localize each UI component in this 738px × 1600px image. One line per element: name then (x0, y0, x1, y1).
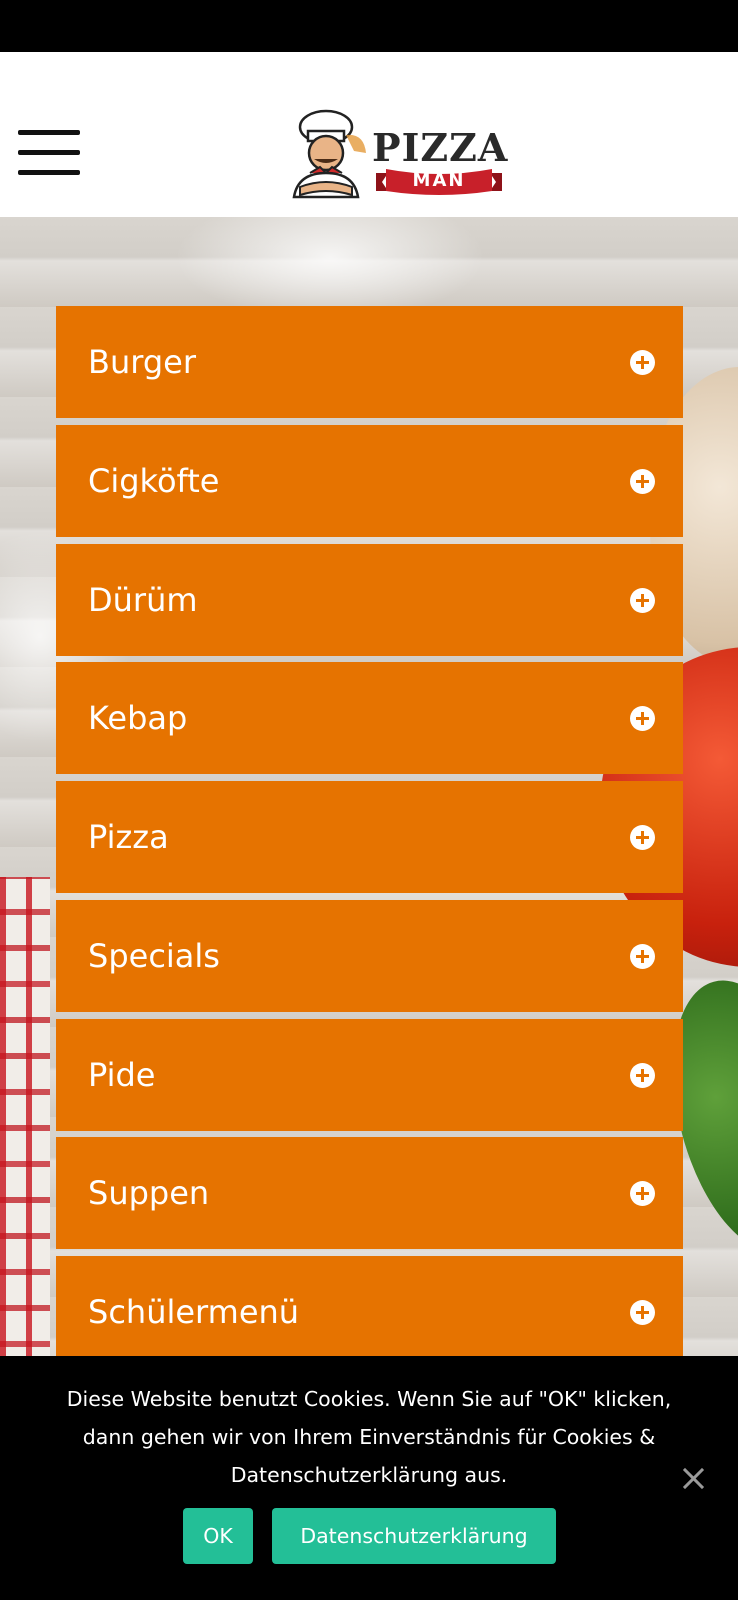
menu-item-kebap[interactable]: Kebap (56, 662, 683, 775)
plus-circle-icon[interactable] (630, 706, 655, 732)
site-header: PIZZA MAN (0, 52, 738, 217)
menu-item-label: Suppen (88, 1174, 210, 1213)
privacy-policy-button[interactable]: Datenschutzerklärung (272, 1508, 556, 1564)
cookie-message-line: Datenschutzerklärung aus. (230, 1463, 508, 1487)
status-bar (0, 0, 738, 52)
menu-item-label: Kebap (88, 699, 188, 738)
menu-item-label: Burger (88, 343, 196, 381)
menu-item-suppen[interactable]: Suppen (56, 1137, 683, 1250)
menu-item-label: Specials (88, 936, 220, 975)
menu-item-label: Pizza (88, 818, 169, 856)
logo-title: PIZZA (372, 125, 509, 170)
menu-item-pide[interactable]: Pide (56, 1018, 683, 1131)
plus-circle-icon[interactable] (630, 1181, 655, 1207)
menu-item-durum[interactable]: Dürüm (56, 543, 683, 656)
kitchen-cloth-decoration (0, 877, 50, 1377)
menu-item-specials[interactable]: Specials (56, 899, 683, 1012)
plus-circle-icon[interactable] (630, 468, 655, 494)
plus-circle-icon[interactable] (630, 350, 655, 375)
chef-mascot-icon (292, 109, 366, 199)
menu-item-schuelermenue[interactable]: Schülermenü (56, 1256, 683, 1368)
cookie-ok-button[interactable]: OK (183, 1508, 253, 1564)
plus-circle-icon[interactable] (630, 943, 655, 969)
plus-circle-icon[interactable] (630, 587, 655, 613)
site-logo[interactable]: PIZZA MAN (280, 107, 512, 199)
menu-item-burger[interactable]: Burger (56, 306, 683, 418)
plus-circle-icon[interactable] (630, 1062, 655, 1088)
cookie-message-line: Diese Website benutzt Cookies. Wenn Sie … (66, 1387, 672, 1411)
plus-circle-icon[interactable] (630, 825, 655, 850)
menu-item-label: Cigköfte (88, 461, 220, 500)
menu-item-pizza[interactable]: Pizza (56, 781, 683, 893)
plus-circle-icon[interactable] (630, 1300, 655, 1325)
cookie-message: Diese Website benutzt Cookies. Wenn Sie … (36, 1380, 702, 1494)
cookie-banner: Diese Website benutzt Cookies. Wenn Sie … (0, 1356, 738, 1600)
menu-item-cigkofte[interactable]: Cigköfte (56, 424, 683, 537)
menu-item-label: Schülermenü (88, 1293, 300, 1331)
logo-subtitle: MAN (412, 170, 466, 191)
menu-item-label: Dürüm (88, 580, 198, 619)
hamburger-menu-icon[interactable] (18, 130, 80, 175)
close-icon[interactable] (681, 1466, 705, 1490)
menu-item-label: Pide (88, 1055, 156, 1094)
cookie-message-line: dann gehen wir von Ihrem Einverständnis … (82, 1425, 656, 1449)
category-menu: Burger Cigköfte Dürüm Kebap Pizza Specia… (56, 306, 683, 1375)
